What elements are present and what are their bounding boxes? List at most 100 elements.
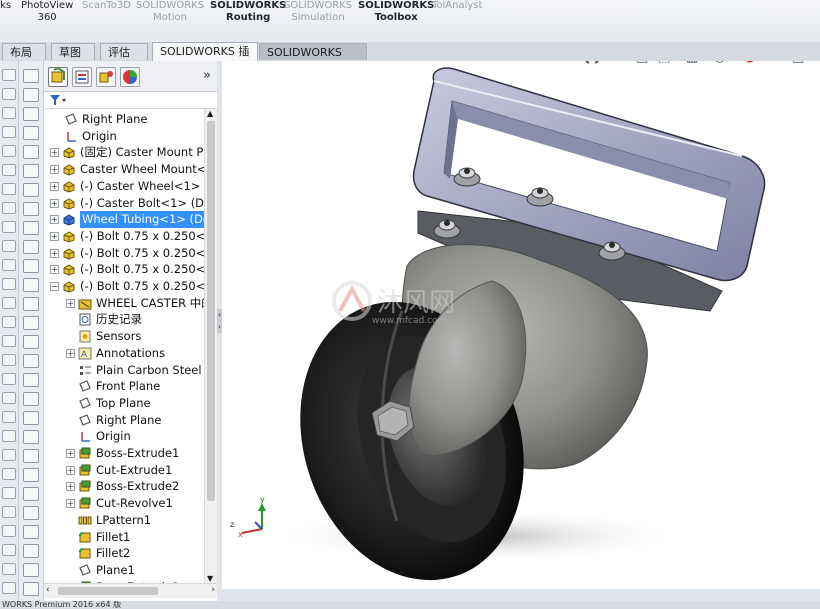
mate-icon[interactable]	[23, 126, 39, 140]
tab-solidworks-addins[interactable]: SOLIDWORKS 插件	[152, 42, 258, 75]
hide-show-dropdown-icon[interactable]: ▾	[732, 61, 737, 64]
mate-icon[interactable]	[23, 582, 39, 596]
mate-icon[interactable]	[23, 183, 39, 197]
expand-icon[interactable]: +	[50, 248, 59, 258]
mate-icon[interactable]	[23, 468, 39, 482]
toolstrip-icon[interactable]	[2, 202, 16, 214]
featuremanager-tab-icon[interactable]	[48, 66, 68, 87]
mate-icon[interactable]	[23, 506, 39, 520]
ribbon-item-3[interactable]: SOLIDWORKS Motion	[136, 0, 204, 24]
toolstrip-icon[interactable]	[2, 468, 16, 480]
toolstrip-icon[interactable]	[2, 544, 16, 556]
toolstrip-icon[interactable]	[2, 107, 16, 119]
ribbon-item-1[interactable]: PhotoView 360	[21, 0, 73, 24]
toolstrip-icon[interactable]	[2, 221, 16, 233]
tree-vertical-scrollbar[interactable]: ▲ ▼	[204, 109, 217, 583]
expand-icon[interactable]: +	[50, 165, 59, 175]
toolstrip-icon[interactable]	[2, 240, 16, 252]
expand-icon[interactable]: +	[66, 348, 75, 358]
scroll-down-arrow-icon[interactable]: ▼	[207, 574, 213, 583]
mate-icon[interactable]	[23, 392, 39, 406]
toolstrip-icon[interactable]	[2, 88, 16, 100]
scroll-right-arrow-icon[interactable]: ›	[211, 585, 215, 595]
mate-icon[interactable]	[23, 335, 39, 349]
view-settings-dropdown-icon[interactable]: ▾	[808, 61, 813, 64]
tab-solidworks-mbd[interactable]: SOLIDWORKS MBD	[259, 43, 367, 76]
mate-icon[interactable]	[23, 525, 39, 539]
toolstrip-icon[interactable]	[2, 392, 16, 404]
ribbon-item-5[interactable]: SOLIDWORKS Simulation	[284, 0, 352, 24]
filter-icon[interactable]	[49, 93, 69, 107]
mate-icon[interactable]	[23, 316, 39, 330]
toolstrip-icon[interactable]	[2, 126, 16, 138]
display-manager-tab-icon[interactable]	[120, 67, 140, 87]
section-view-icon[interactable]: ▣	[636, 61, 648, 65]
expand-icon[interactable]: +	[50, 231, 59, 241]
ribbon-item-7[interactable]: TolAnalyst	[432, 0, 482, 12]
horizontal-scroll-thumb[interactable]	[58, 587, 158, 595]
configurationmanager-tab-icon[interactable]	[96, 67, 116, 87]
mate-icon[interactable]	[23, 373, 39, 387]
ribbon-item-6[interactable]: SOLIDWORKS Toolbox	[358, 0, 434, 24]
apply-scene-dropdown-icon[interactable]: ▾	[780, 61, 785, 64]
mate-icon[interactable]	[23, 107, 39, 121]
tree-horizontal-scrollbar[interactable]: ‹ ›	[44, 583, 217, 598]
toolstrip-icon[interactable]	[2, 164, 16, 176]
ribbon-item-2[interactable]: ScanTo3D	[82, 0, 131, 12]
toolstrip-icon[interactable]	[2, 278, 16, 290]
hide-show-items-icon[interactable]: ◎	[714, 61, 725, 65]
mate-icon[interactable]	[23, 449, 39, 463]
ribbon-item-0[interactable]: rks	[0, 0, 11, 12]
graphics-viewport[interactable]: 沐风网 www.mfcad.com y z x 🔍 🔎 ↶ ▣ ⬚ ▾ ▧ ▾ …	[222, 61, 820, 589]
expand-icon[interactable]: +	[66, 482, 75, 492]
toolstrip-icon[interactable]	[2, 335, 16, 347]
mate-icon[interactable]	[23, 487, 39, 501]
toolstrip-icon[interactable]	[2, 430, 16, 442]
zoom-to-area-icon[interactable]: 🔎	[594, 61, 610, 65]
ribbon-item-4[interactable]: SOLIDWORKS Routing	[210, 0, 286, 24]
expand-icon[interactable]: +	[66, 298, 75, 308]
display-style-icon[interactable]: ▧	[686, 61, 698, 65]
collapse-icon[interactable]: −	[50, 282, 59, 291]
mate-icon[interactable]	[23, 563, 39, 577]
expand-icon[interactable]: +	[66, 449, 75, 458]
mate-icon[interactable]	[23, 411, 39, 425]
mate-icon[interactable]	[23, 69, 39, 83]
mate-icon[interactable]	[23, 88, 39, 102]
mate-icon[interactable]	[23, 164, 39, 178]
apply-scene-icon[interactable]: ♣	[764, 61, 776, 65]
toolstrip-icon[interactable]	[2, 525, 16, 537]
expand-icon[interactable]: +	[50, 265, 59, 275]
mate-icon[interactable]	[23, 221, 39, 235]
display-style-dropdown-icon[interactable]: ▾	[702, 61, 707, 64]
toolstrip-icon[interactable]	[2, 69, 16, 81]
propertymanager-tab-icon[interactable]	[72, 67, 92, 87]
toolstrip-icon[interactable]	[2, 563, 16, 575]
toolstrip-icon[interactable]	[2, 373, 16, 385]
view-orientation-icon[interactable]: ⬚	[658, 61, 670, 65]
expand-icon[interactable]: +	[50, 215, 59, 225]
expand-icon[interactable]: +	[50, 181, 59, 191]
toolstrip-icon[interactable]	[2, 183, 16, 195]
expand-icon[interactable]: +	[66, 465, 75, 475]
previous-view-icon[interactable]: ↶	[616, 61, 627, 65]
view-settings-icon[interactable]: ▤	[792, 61, 804, 65]
mate-icon[interactable]	[23, 544, 39, 558]
expand-icon[interactable]: +	[50, 148, 59, 158]
toolstrip-icon[interactable]	[2, 297, 16, 309]
mate-icon[interactable]	[23, 354, 39, 368]
tree-filter[interactable]	[44, 92, 217, 109]
mate-icon[interactable]	[23, 430, 39, 444]
mate-icon[interactable]	[23, 202, 39, 216]
tab-evaluate[interactable]: 评估	[100, 43, 148, 60]
mate-icon[interactable]	[23, 145, 39, 159]
toolstrip-icon[interactable]	[2, 411, 16, 423]
tab-sketch[interactable]: 草图	[51, 43, 95, 60]
expand-icon[interactable]: +	[66, 499, 75, 509]
vertical-scroll-thumb[interactable]	[207, 121, 215, 501]
mate-icon[interactable]	[23, 240, 39, 254]
toolstrip-icon[interactable]	[2, 316, 16, 328]
zoom-to-fit-icon[interactable]: 🔍	[574, 61, 590, 65]
mate-icon[interactable]	[23, 259, 39, 273]
mate-icon[interactable]	[23, 278, 39, 292]
